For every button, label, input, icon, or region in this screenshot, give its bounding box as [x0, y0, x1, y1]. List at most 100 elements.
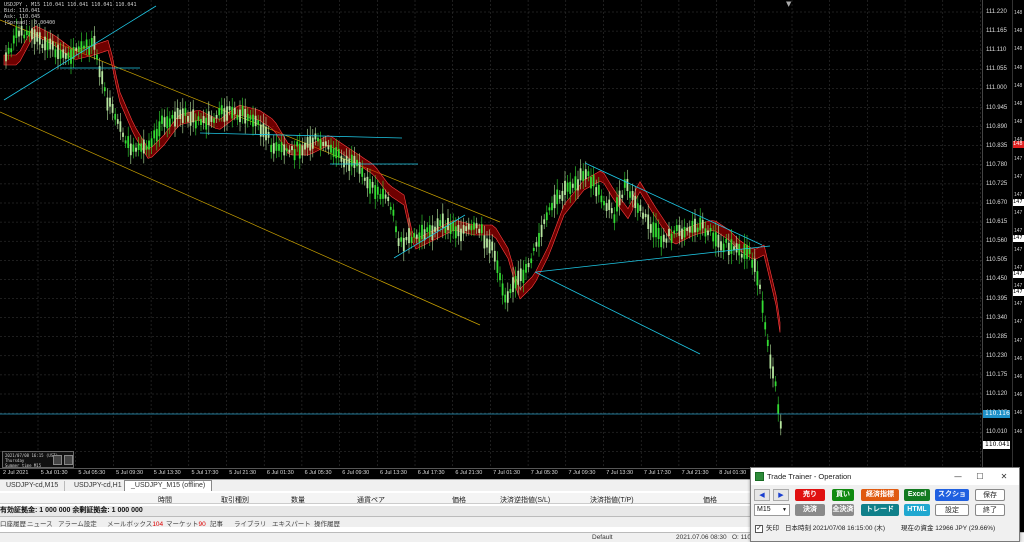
trainer-button[interactable]: 終了 — [975, 504, 1005, 516]
mini-clock-window: 2021/07/08 16:15 (UST) Thursday Summer t… — [2, 451, 74, 468]
minimize-icon[interactable]: — — [947, 470, 969, 483]
price-axis-label: 111.000 — [986, 85, 1007, 92]
candle-body — [688, 226, 691, 233]
candle-body — [291, 146, 293, 151]
timeframe-select[interactable]: M15 ▼ — [754, 504, 790, 516]
trainer-button[interactable]: トレード — [861, 504, 899, 516]
candle-body — [454, 226, 457, 239]
terminal-tab[interactable]: ライブラリ — [234, 518, 267, 528]
time-axis-label: 7 Jul 21:30 — [681, 470, 709, 476]
arrow-checkbox[interactable]: ✓ — [755, 525, 763, 533]
terminal-tab[interactable]: アラーム設定 — [58, 518, 97, 528]
trainer-button[interactable]: スクショ — [935, 489, 969, 501]
strip-label: 146 — [1014, 428, 1023, 435]
mini-button[interactable] — [64, 455, 73, 465]
column-header[interactable]: 通貨ペア — [357, 495, 385, 505]
terminal-tab[interactable]: 記事 — [210, 518, 223, 528]
candle-body — [543, 219, 546, 224]
column-header[interactable]: 決済逆指値(S/L) — [500, 495, 550, 505]
candle-body — [215, 114, 218, 119]
candle-body — [280, 142, 283, 153]
chart-tab-bar: USDJPY-cd,M15 USDJPY-cd,H1 _USDJPY_M15 (… — [0, 479, 750, 492]
candle-body — [33, 29, 36, 45]
price-axis-label: 110.010 — [986, 429, 1008, 436]
candle-body — [769, 354, 772, 369]
trend-line — [534, 271, 701, 355]
column-header[interactable]: 価格 — [703, 495, 717, 505]
column-header[interactable]: 時間 — [158, 495, 172, 505]
candle-body — [10, 48, 13, 53]
trainer-button[interactable]: 設定 — [935, 504, 969, 516]
strip-label: 147 — [1014, 246, 1023, 253]
terminal-column-header: 時間 取引種別 数量 通貨ペア 価格 決済逆指値(S/L) 決済指値(T/P) … — [0, 493, 750, 504]
candle-body — [678, 225, 681, 236]
terminal-tab[interactable]: エキスパート — [272, 518, 311, 528]
candle-body — [51, 41, 54, 50]
candle-body — [18, 30, 20, 37]
candle-body — [244, 108, 247, 124]
column-header[interactable]: 取引種別 — [221, 495, 249, 505]
column-header[interactable]: 数量 — [291, 495, 305, 505]
terminal-tab[interactable]: マーケット90 — [166, 518, 206, 528]
trainer-button[interactable]: Excel — [904, 489, 930, 501]
candle-body — [332, 148, 335, 157]
candle-body — [319, 139, 322, 149]
candle-body — [49, 38, 52, 50]
candle-body — [366, 176, 369, 189]
candle-body — [509, 288, 512, 294]
trainer-button[interactable]: 買い — [832, 489, 854, 501]
candle-body — [345, 155, 348, 165]
trainer-button[interactable]: 決済 — [795, 504, 825, 516]
column-header[interactable]: 決済指値(T/P) — [590, 495, 634, 505]
trainer-button[interactable]: HTML — [904, 504, 930, 516]
trainer-button[interactable]: 保存 — [975, 489, 1005, 501]
candle-body — [603, 201, 605, 206]
mini-button[interactable] — [53, 455, 62, 465]
maximize-icon[interactable]: ☐ — [969, 470, 991, 483]
candle-body — [527, 263, 530, 268]
chart-tab-usdjpy-h1[interactable]: USDJPY-cd,H1 — [68, 481, 129, 491]
candle-body — [660, 236, 663, 248]
candle-body — [764, 322, 767, 330]
price-chart[interactable]: USDJPY , M15 110.041 110.041 110.041 110… — [0, 0, 982, 468]
candle-body — [275, 142, 278, 151]
candle-body — [111, 103, 114, 113]
candle-body — [636, 203, 639, 213]
chart-tab-usdjpy-m15[interactable]: USDJPY-cd,M15 — [0, 481, 66, 491]
trainer-title-bar[interactable]: Trade Trainer - Operation — ☐ ✕ — [751, 468, 1019, 485]
candle-body — [304, 142, 306, 150]
candle-body — [83, 45, 85, 49]
terminal-tab[interactable]: メールボックス104 — [107, 518, 163, 528]
trainer-title: Trade Trainer - Operation — [767, 472, 852, 481]
candle-body — [579, 168, 582, 181]
candle-body — [288, 149, 291, 153]
strip-label: 146 — [1014, 410, 1023, 417]
status-profile: Default — [592, 534, 613, 541]
current-price-tag: 110.116 — [983, 410, 1010, 418]
candle-body — [608, 199, 611, 211]
close-icon[interactable]: ✕ — [993, 470, 1015, 483]
chart-canvas[interactable] — [0, 0, 982, 468]
step-forward-button[interactable]: ▶ — [773, 489, 789, 501]
candle-body — [330, 144, 332, 153]
candle-body — [363, 177, 366, 181]
column-header[interactable]: 価格 — [452, 495, 466, 505]
candle-body — [283, 144, 286, 156]
trainer-button[interactable]: 経済指標 — [861, 489, 899, 501]
terminal-tab[interactable]: ニュース — [27, 518, 53, 528]
candle-body — [655, 223, 657, 238]
candle-body — [681, 228, 683, 240]
strip-price-tag: 147 — [1013, 199, 1024, 206]
time-axis-label: 7 Jul 05:30 — [530, 470, 558, 476]
step-back-button[interactable]: ◀ — [754, 489, 770, 501]
trainer-button[interactable]: 全決済 — [832, 504, 854, 516]
candle-body — [727, 242, 730, 256]
price-axis: 111.220 111.165 111.110 111.055 111.000 110.9… — [982, 0, 1012, 468]
candle-body — [369, 179, 371, 194]
terminal-tab[interactable]: 口座履歴 — [0, 518, 26, 528]
candle-body — [551, 202, 553, 211]
trainer-button[interactable]: 売り — [795, 489, 825, 501]
candle-body — [150, 138, 153, 147]
terminal-tab[interactable]: 操作履歴 — [314, 518, 340, 528]
time-axis-label: 2 Jul 2021 — [3, 470, 29, 476]
